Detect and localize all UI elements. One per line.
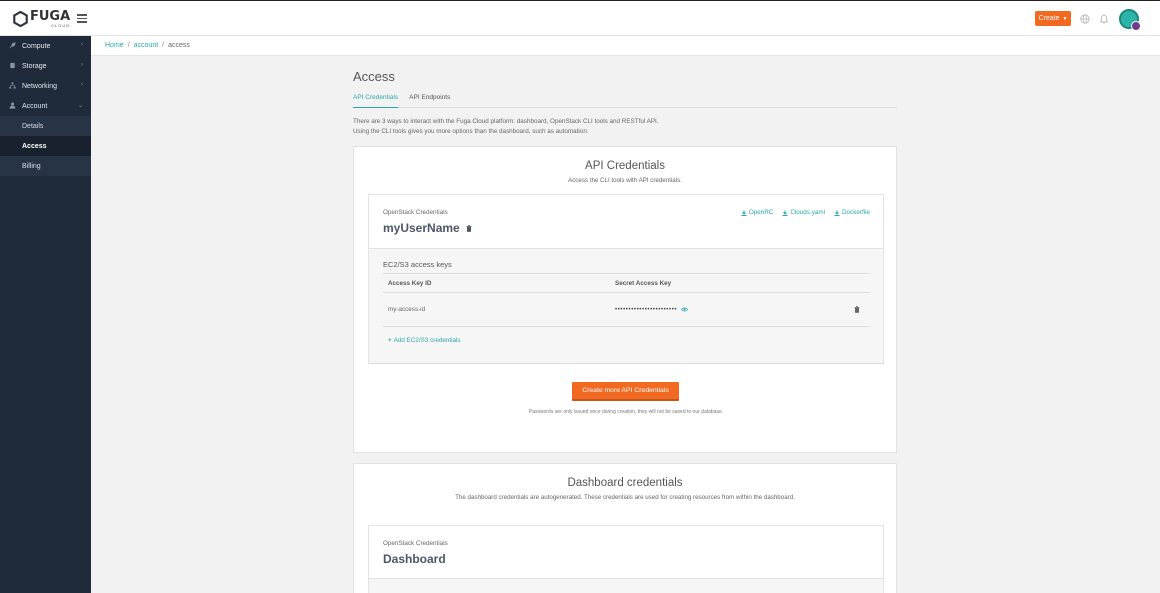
sidebar-subitem-details[interactable]: Details <box>0 116 91 136</box>
ec2-keys-table: Access Key ID Secret Access Key my-acces… <box>383 273 870 344</box>
create-button[interactable]: Create ▼ <box>1035 11 1071 26</box>
hexagon-logo-icon <box>13 11 28 27</box>
avatar-badge <box>1131 21 1141 31</box>
download-icon <box>741 210 747 216</box>
card-title: Dashboard credentials <box>567 477 683 489</box>
user-avatar[interactable] <box>1119 9 1141 31</box>
sidebar-item-label: Compute <box>22 42 51 50</box>
download-links: OpenRC Clouds.yaml Dockerfile <box>732 209 870 216</box>
add-ec2-credentials-link[interactable]: + Add EC2/S3 credentials <box>388 337 461 344</box>
breadcrumb-account-link[interactable]: account <box>134 42 159 49</box>
download-label: Dockerfile <box>842 209 870 216</box>
download-clouds-yaml-link[interactable]: Clouds.yaml <box>782 209 825 216</box>
intro-line: Using the CLI tools gives you more optio… <box>353 127 589 135</box>
create-button-label: Create <box>1038 15 1060 22</box>
logo-text: FUGA CLOUD <box>30 10 70 28</box>
openstack-credentials-label: OpenStack Credentials <box>383 540 448 547</box>
download-label: Clouds.yaml <box>790 209 825 216</box>
sidebar-item-networking[interactable]: Networking › <box>0 76 91 96</box>
card-subtitle: Access the CLI tools with API credential… <box>568 177 682 184</box>
database-icon <box>10 62 15 69</box>
breadcrumb-home-link[interactable]: Home <box>105 42 124 49</box>
download-dockerfile-link[interactable]: Dockerfile <box>834 209 870 216</box>
bell-icon[interactable] <box>1099 14 1109 24</box>
download-label: OpenRC <box>748 209 774 216</box>
user-icon <box>9 102 16 109</box>
api-credentials-card: API Credentials Access the CLI tools wit… <box>353 146 897 453</box>
ec2-keys-section: EC2/S3 access keys Access Key ID Secret … <box>369 248 883 363</box>
breadcrumb: Home / account / access <box>91 36 1160 56</box>
username-text: myUserName <box>383 221 460 235</box>
sidebar-subitem-access[interactable]: Access <box>0 136 91 156</box>
sidebar-item-account[interactable]: Account ⌄ <box>0 96 91 116</box>
sidebar-item-label: Networking <box>22 82 58 90</box>
openstack-credentials-label: OpenStack Credentials <box>383 209 448 216</box>
create-more-credentials-button[interactable]: Create more API Credentials <box>572 382 679 401</box>
chevron-down-icon: ⌄ <box>77 103 83 109</box>
dashboard-credentials-card: Dashboard credentials The dashboard cred… <box>353 463 897 593</box>
sidebar-item-storage[interactable]: Storage › <box>0 56 91 76</box>
trash-icon[interactable] <box>854 306 860 313</box>
breadcrumb-current: access <box>168 42 190 49</box>
chevron-right-icon: › <box>81 82 83 88</box>
credential-username: Dashboard <box>383 552 446 566</box>
column-header-secret-key: Secret Access Key <box>615 279 672 287</box>
rocket-icon <box>9 42 16 49</box>
secret-key-masked: ••••••••••••••••••••••• <box>615 306 678 313</box>
tab-api-credentials[interactable]: API Credentials <box>353 90 399 108</box>
menu-toggle-icon[interactable] <box>77 14 87 23</box>
sidebar-item-compute[interactable]: Compute › <box>0 36 91 56</box>
top-bar: FUGA CLOUD Create ▼ <box>0 0 1160 36</box>
sidebar-item-label: Account <box>22 102 48 110</box>
fuga-logo[interactable]: FUGA CLOUD <box>13 10 70 28</box>
page-title: Access <box>353 69 395 84</box>
sidebar-subitem-label: Details <box>22 122 44 130</box>
sidebar-subitem-billing[interactable]: Billing <box>0 156 91 176</box>
table-row: my-access-id ••••••••••••••••••••••• <box>383 293 870 327</box>
ec2-section-title: EC2/S3 access keys <box>383 260 452 269</box>
dashboard-credentials-panel: OpenStack Credentials Dashboard <box>368 525 884 593</box>
intro-text: There are 3 ways to interact with the Fu… <box>353 117 893 136</box>
globe-icon[interactable] <box>1080 14 1090 24</box>
dashboard-credentials-footer <box>369 578 883 593</box>
sidebar-subitem-label: Access <box>22 142 47 150</box>
logo-main-text: FUGA <box>30 9 71 24</box>
sidebar-item-label: Storage <box>22 62 47 70</box>
openstack-credentials-panel: OpenStack Credentials myUserName OpenRC … <box>368 194 884 364</box>
intro-line: There are 3 ways to interact with the Fu… <box>353 118 659 125</box>
sidebar: Compute › Storage › Networking › Account… <box>0 36 91 593</box>
column-header-access-key: Access Key ID <box>388 279 432 287</box>
card-title: API Credentials <box>585 160 665 172</box>
breadcrumb-separator: / <box>127 42 130 49</box>
plus-icon: + <box>388 337 392 344</box>
network-icon <box>9 82 16 89</box>
table-header: Access Key ID Secret Access Key <box>383 273 870 293</box>
card-subtitle: The dashboard credentials are autogenera… <box>455 494 795 501</box>
download-icon <box>834 210 840 216</box>
add-link-label: Add EC2/S3 credentials <box>393 337 461 344</box>
password-note: Passwords are only issued once during cr… <box>528 409 724 415</box>
tab-api-endpoints[interactable]: API Endpoints <box>409 90 450 108</box>
sidebar-subitem-label: Billing <box>22 162 41 170</box>
chevron-right-icon: › <box>81 42 83 48</box>
download-icon <box>782 210 788 216</box>
credential-username: myUserName <box>383 221 472 235</box>
eye-icon[interactable] <box>681 307 689 312</box>
secret-key-cell: ••••••••••••••••••••••• <box>615 306 689 313</box>
logo-sub-text: CLOUD <box>51 23 71 28</box>
breadcrumb-separator: / <box>162 42 165 49</box>
access-key-id: my-access-id <box>388 306 426 313</box>
download-openrc-link[interactable]: OpenRC <box>741 209 774 216</box>
tab-bar: API Credentials API Endpoints <box>353 90 897 108</box>
chevron-right-icon: › <box>81 62 83 68</box>
trash-icon[interactable] <box>466 224 472 232</box>
caret-down-icon: ▼ <box>1062 15 1068 22</box>
